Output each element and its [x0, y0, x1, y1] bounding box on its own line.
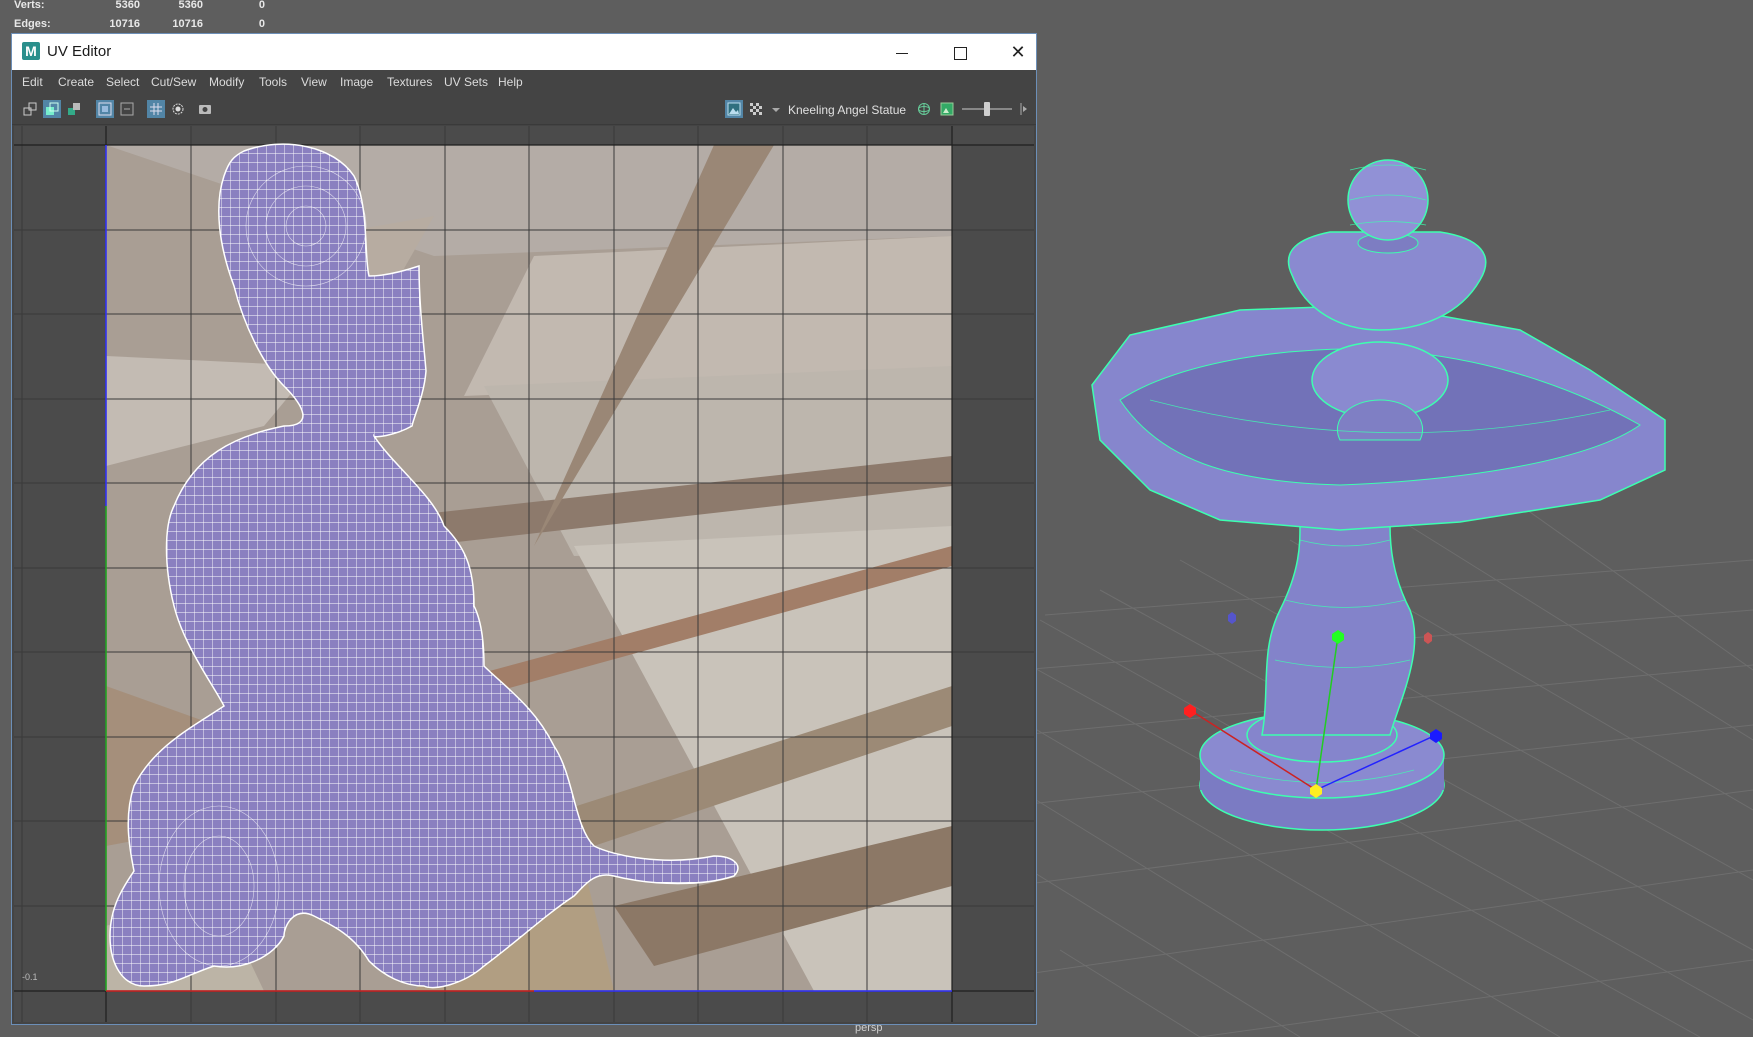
maximize-icon [953, 46, 967, 60]
image-button[interactable] [938, 100, 956, 118]
sphere-button[interactable] [915, 100, 933, 118]
verts-row: Verts: 5360 5360 0 [10, 0, 270, 13]
uv-ruler-label-neg: -0.1 [22, 972, 38, 982]
verts-value: 5360 [115, 0, 140, 11]
title-bar[interactable]: M UV Editor ✕ [12, 34, 1036, 70]
menu-select[interactable]: Select [106, 74, 139, 90]
menu-create[interactable]: Create [58, 74, 94, 90]
texture-name-field[interactable]: Kneeling Angel Statue [788, 102, 913, 118]
checker-icon [750, 103, 762, 115]
menu-edit[interactable]: Edit [22, 74, 43, 90]
snap-button[interactable] [169, 100, 187, 118]
menu-cut-sew[interactable]: Cut/Sew [151, 74, 196, 90]
edges-selected: 10716 [172, 18, 203, 30]
checker-button[interactable] [747, 100, 765, 118]
edges-uv: 0 [258, 18, 265, 30]
image-display-icon [727, 102, 741, 116]
maya-logo-icon: M [22, 42, 40, 60]
dropdown-arrow-icon [772, 108, 780, 112]
frame-all-icon [98, 102, 112, 116]
uv-grid-button[interactable] [21, 100, 39, 118]
minimize-icon [896, 52, 908, 54]
frame-all-button[interactable] [96, 100, 114, 118]
snap-icon [172, 103, 184, 115]
minimize-button[interactable] [874, 34, 930, 70]
menu-tools[interactable]: Tools [259, 74, 287, 90]
close-icon: ✕ [1010, 42, 1026, 62]
exposure-slider-handle[interactable] [984, 102, 990, 116]
uv-editor-window[interactable]: M UV Editor ✕ Edit Create Select Cut/Sew… [11, 33, 1037, 1025]
uv-grid-icon [23, 102, 37, 116]
menu-uv-sets[interactable]: UV Sets [444, 74, 488, 90]
verts-uv: 0 [258, 0, 265, 11]
maximize-button[interactable] [932, 34, 988, 70]
edges-label: Edges: [14, 18, 51, 30]
menu-image[interactable]: Image [340, 74, 373, 90]
verts-selected: 5360 [178, 0, 203, 11]
menu-help[interactable]: Help [498, 74, 523, 90]
window-title: UV Editor [47, 43, 112, 60]
uv-shaded-icon [46, 102, 59, 115]
menu-modify[interactable]: Modify [209, 74, 244, 90]
edges-row: Edges: 10716 10716 0 [10, 16, 270, 32]
snapshot-icon [199, 105, 211, 114]
uv-canvas[interactable]: -0.1 1 [14, 126, 1034, 1022]
uv-texture-button[interactable] [65, 100, 83, 118]
uv-texture-space[interactable] [14, 126, 1034, 1022]
image-dropdown-button[interactable] [769, 100, 781, 118]
more-icon [1020, 103, 1027, 115]
menu-textures[interactable]: Textures [387, 74, 432, 90]
sphere-icon [918, 103, 930, 115]
close-button[interactable]: ✕ [990, 34, 1046, 70]
uv-shaded-button[interactable] [43, 100, 61, 118]
frame-selected-icon [120, 102, 134, 116]
uv-toolbar: Kneeling Angel Statue [12, 94, 1036, 125]
uv-texture-icon [68, 103, 80, 115]
verts-label: Verts: [14, 0, 45, 11]
menu-view[interactable]: View [301, 74, 327, 90]
frame-selected-button[interactable] [118, 100, 136, 118]
snapshot-button[interactable] [196, 100, 214, 118]
menu-bar: Edit Create Select Cut/Sew Modify Tools … [12, 70, 1036, 94]
more-button[interactable] [1016, 100, 1030, 118]
grid-toggle-button[interactable] [147, 100, 165, 118]
edges-value: 10716 [109, 18, 140, 30]
poly-count-hud: Verts: 5360 5360 0 Edges: 10716 10716 0 [10, 0, 270, 34]
grid-toggle-icon [150, 103, 162, 115]
image-display-button[interactable] [725, 100, 743, 118]
image-icon [940, 102, 954, 116]
